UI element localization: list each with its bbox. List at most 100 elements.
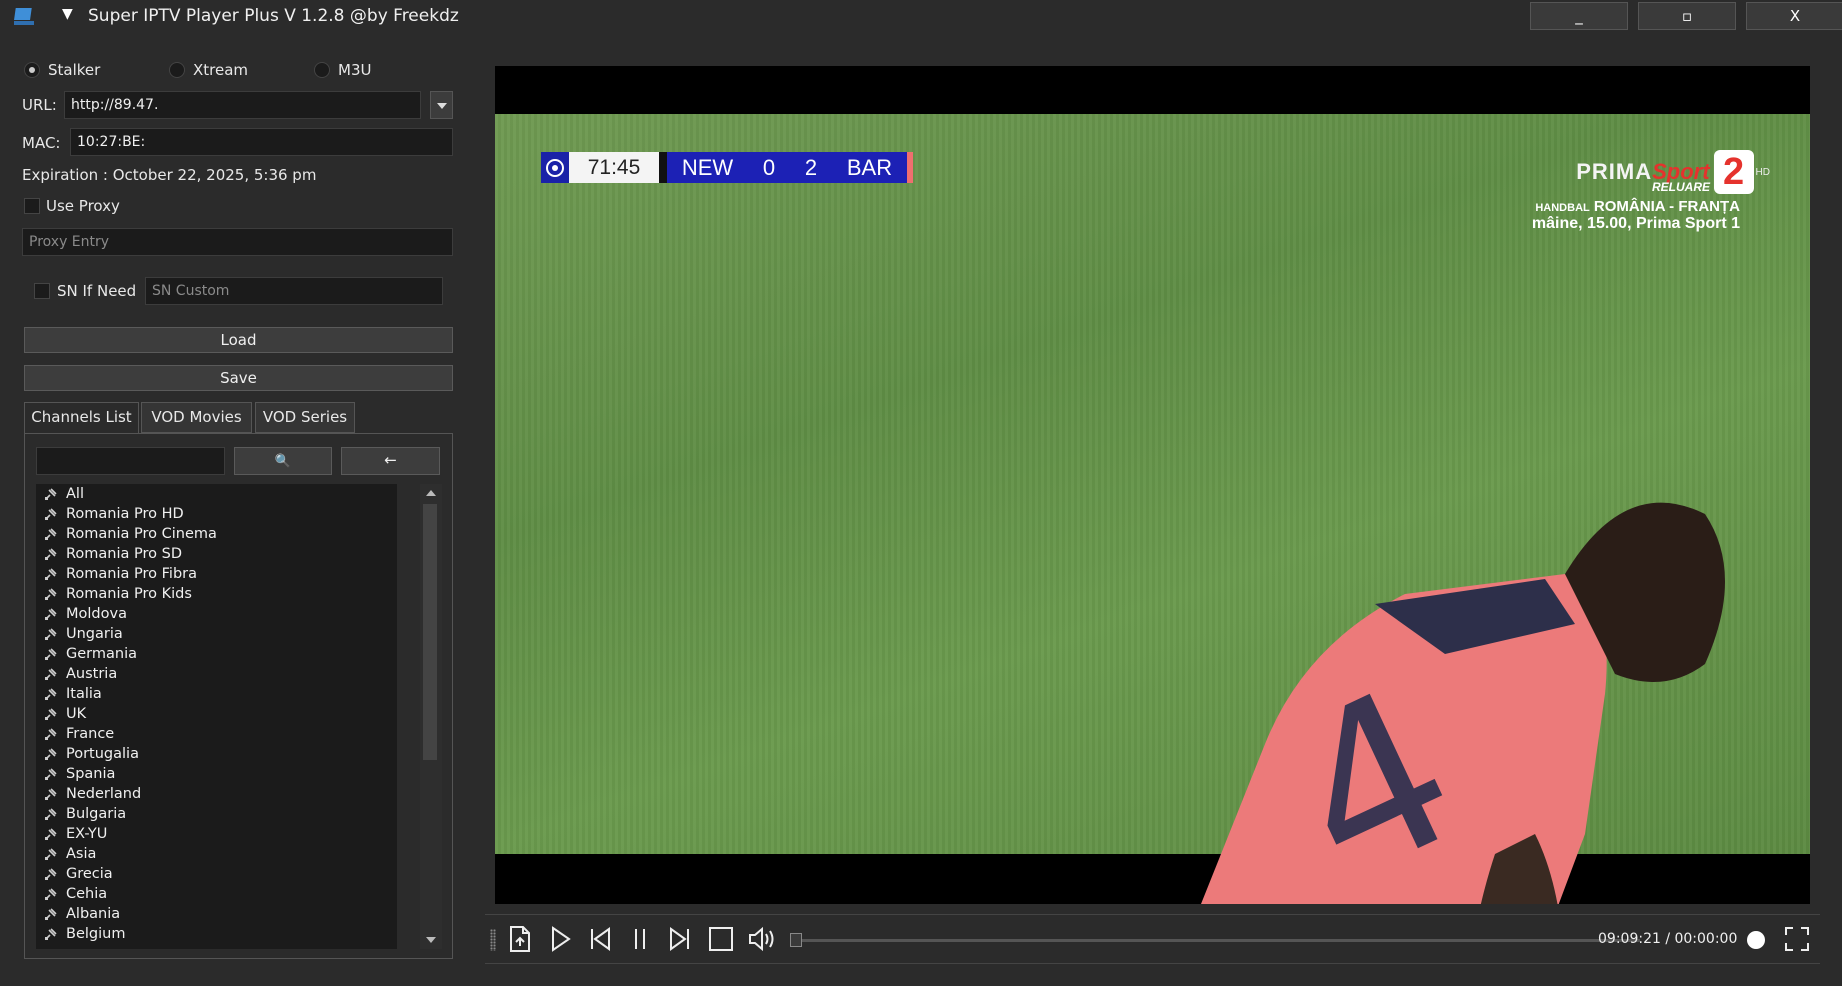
satellite-icon <box>45 668 57 680</box>
channel-name: EX-YU <box>66 826 108 842</box>
away-score: 2 <box>804 154 818 180</box>
list-item[interactable]: Spania <box>36 764 397 784</box>
channel-name: Romania Pro SD <box>66 546 182 562</box>
radio-stalker[interactable]: Stalker <box>24 59 100 81</box>
list-item[interactable]: EX-YU <box>36 824 397 844</box>
channel-name: Romania Pro Fibra <box>66 566 197 582</box>
channel-search-input[interactable] <box>36 447 225 475</box>
radio-indicator[interactable] <box>314 62 330 78</box>
channel-name: Asia <box>66 846 97 862</box>
close-button[interactable]: X <box>1746 2 1842 30</box>
tab-channels-list[interactable]: Channels List <box>24 402 139 435</box>
home-score: 0 <box>762 154 776 180</box>
minimize-button[interactable]: _ <box>1530 2 1628 30</box>
satellite-icon <box>45 868 57 880</box>
open-file-icon[interactable] <box>505 924 535 954</box>
stop-icon[interactable] <box>706 924 736 954</box>
channel-name: Romania Pro HD <box>66 506 184 522</box>
list-item[interactable]: Asia <box>36 844 397 864</box>
volume-knob[interactable] <box>1747 931 1765 949</box>
channel-name: Nederland <box>66 786 142 802</box>
play-icon[interactable] <box>545 924 575 954</box>
scroll-down-icon[interactable] <box>426 937 436 943</box>
tab-vod-movies[interactable]: VOD Movies <box>141 402 252 433</box>
list-item[interactable]: Nederland <box>36 784 397 804</box>
load-button[interactable]: Load <box>24 327 453 353</box>
url-input[interactable] <box>64 91 421 119</box>
mac-input[interactable] <box>70 128 453 156</box>
list-item[interactable]: Italia <box>36 684 397 704</box>
sn-if-need-checkbox[interactable] <box>34 283 50 299</box>
radio-indicator[interactable] <box>169 62 185 78</box>
volume-icon[interactable] <box>747 924 777 954</box>
previous-icon[interactable] <box>585 924 615 954</box>
channel-name: Portugalia <box>66 746 139 762</box>
next-icon[interactable] <box>665 924 695 954</box>
player-controls: 09:09:21 / 00:00:00 <box>485 914 1820 964</box>
channel-list-scrollbar[interactable] <box>420 484 442 949</box>
video-frame[interactable]: 71:45 NEW 0 2 BAR PRIMA Sport 2 HD RELUA… <box>495 66 1810 904</box>
back-button[interactable]: ← <box>341 447 440 475</box>
channel-name: UK <box>66 706 87 722</box>
channel-name: Albania <box>66 906 121 922</box>
list-item[interactable]: Romania Pro HD <box>36 504 397 524</box>
scroll-up-icon[interactable] <box>426 490 436 496</box>
channel-list: All Romania Pro HD Romania Pro Cinema Roman… <box>36 484 397 949</box>
satellite-icon <box>45 788 57 800</box>
list-item[interactable]: Romania Pro Cinema <box>36 524 397 544</box>
list-item[interactable]: Romania Pro Fibra <box>36 564 397 584</box>
champions-league-icon <box>541 152 569 183</box>
list-item[interactable]: Romania Pro SD <box>36 544 397 564</box>
promo-line-1: HANDBAL ROMÂNIA - FRANȚA <box>1532 198 1740 215</box>
radio-xtream[interactable]: Xtream <box>169 59 248 81</box>
channel-number-badge: 2 <box>1713 150 1754 194</box>
list-item[interactable]: Bulgaria <box>36 804 397 824</box>
list-item[interactable]: Grecia <box>36 864 397 884</box>
list-item[interactable]: Austria <box>36 664 397 684</box>
list-item[interactable]: All <box>36 484 397 504</box>
list-item[interactable]: Germania <box>36 644 397 664</box>
channel-name: Moldova <box>66 606 127 622</box>
satellite-icon <box>45 748 57 760</box>
list-item[interactable]: Belgium <box>36 924 397 944</box>
radio-label: Stalker <box>48 61 101 79</box>
proxy-entry-input[interactable] <box>22 228 453 256</box>
radio-label: M3U <box>338 61 372 79</box>
laptop-icon <box>14 8 34 25</box>
list-item[interactable]: France <box>36 724 397 744</box>
pause-icon[interactable] <box>625 924 655 954</box>
radio-m3u[interactable]: M3U <box>314 59 371 81</box>
search-button[interactable]: 🔍 <box>234 447 332 475</box>
video-picture: 71:45 NEW 0 2 BAR PRIMA Sport 2 HD RELUA… <box>495 114 1810 904</box>
maximize-button[interactable]: ▫ <box>1638 2 1736 30</box>
seek-knob[interactable] <box>790 933 802 947</box>
scroll-thumb[interactable] <box>423 504 437 760</box>
list-item[interactable]: Albania <box>36 904 397 924</box>
satellite-icon <box>45 828 57 840</box>
use-proxy-checkbox[interactable] <box>24 198 40 214</box>
satellite-icon <box>45 608 57 620</box>
satellite-icon <box>45 688 57 700</box>
channel-name: France <box>66 726 115 742</box>
scorebug-divider <box>659 152 667 183</box>
save-button[interactable]: Save <box>24 365 453 391</box>
list-item[interactable]: Ungaria <box>36 624 397 644</box>
satellite-icon <box>45 808 57 820</box>
satellite-icon <box>45 708 57 720</box>
url-dropdown-button[interactable] <box>430 91 453 119</box>
seek-bar[interactable] <box>790 933 1640 947</box>
list-item[interactable]: Moldova <box>36 604 397 624</box>
sn-custom-input[interactable] <box>145 277 443 305</box>
radio-indicator[interactable] <box>24 62 40 78</box>
tab-vod-series[interactable]: VOD Series <box>255 402 355 433</box>
mac-label: MAC: <box>22 134 61 152</box>
list-item[interactable]: UK <box>36 704 397 724</box>
fullscreen-icon[interactable] <box>1782 924 1812 954</box>
playback-time: 09:09:21 / 00:00:00 <box>1598 931 1738 947</box>
list-item[interactable]: Portugalia <box>36 744 397 764</box>
list-item[interactable]: Romania Pro Kids <box>36 584 397 604</box>
menu-caret-icon[interactable]: ▼ <box>62 6 73 22</box>
list-item[interactable]: Cehia <box>36 884 397 904</box>
toolbar-grip[interactable] <box>490 929 496 951</box>
url-label: URL: <box>22 96 57 114</box>
